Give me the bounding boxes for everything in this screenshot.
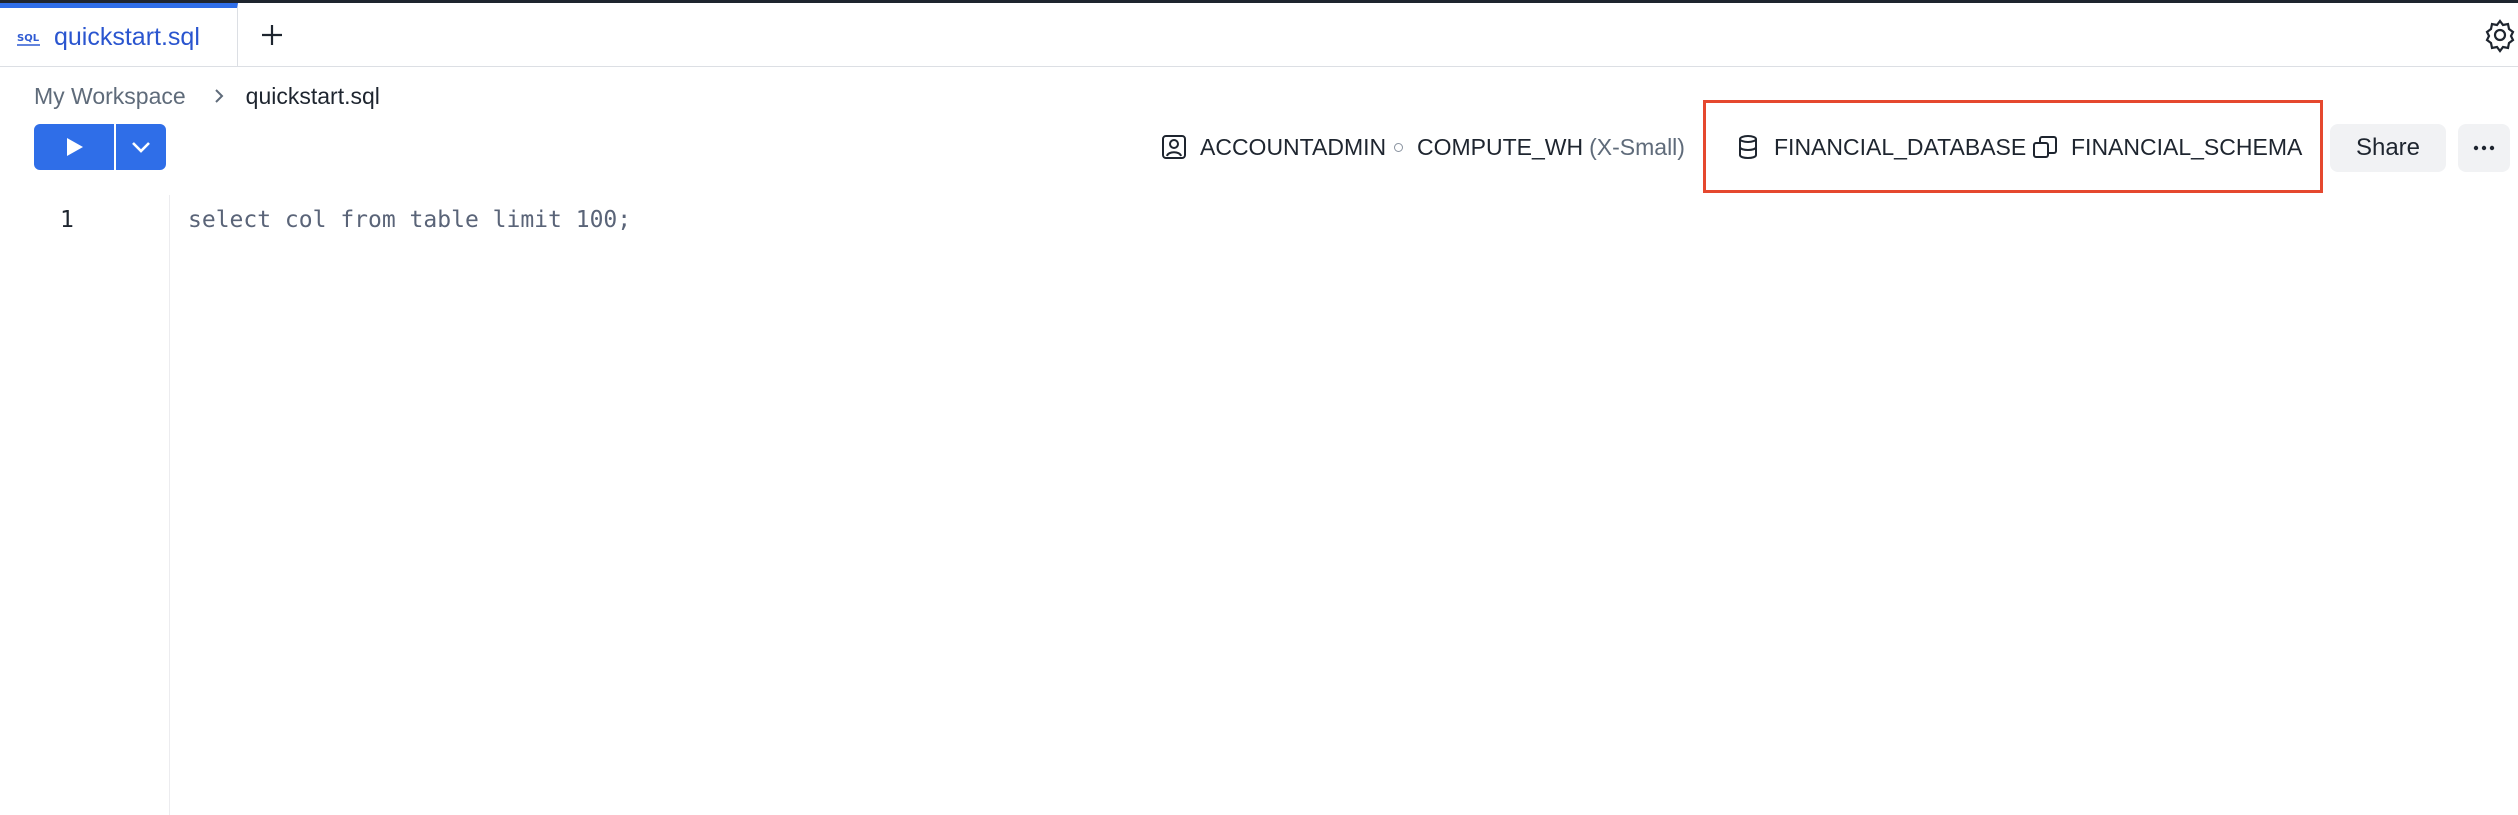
warehouse-label: COMPUTE_WH bbox=[1417, 133, 1584, 160]
database-icon bbox=[1734, 133, 1762, 161]
warehouse-size: (X-Small) bbox=[1589, 133, 1685, 160]
plus-icon bbox=[262, 25, 282, 45]
schema-label: FINANCIAL_SCHEMA bbox=[2071, 133, 2303, 160]
role-label: ACCOUNTADMIN bbox=[1200, 133, 1387, 160]
line-number-gutter: 1 bbox=[0, 195, 170, 815]
code-line[interactable]: select col from table limit 100; bbox=[188, 207, 631, 233]
database-selector[interactable]: FINANCIAL_DATABASE bbox=[1734, 124, 2026, 170]
schema-icon bbox=[2031, 133, 2059, 161]
warehouse-selector[interactable]: COMPUTE_WH (X-Small) bbox=[1394, 124, 1685, 170]
tab-label: quickstart.sql bbox=[54, 23, 200, 51]
run-button[interactable] bbox=[34, 124, 114, 170]
ellipsis-icon bbox=[2473, 145, 2495, 151]
breadcrumb-workspace-link[interactable]: My Workspace bbox=[34, 83, 186, 110]
run-controls bbox=[34, 124, 166, 170]
settings-button[interactable] bbox=[2482, 17, 2518, 53]
user-role-icon bbox=[1160, 133, 1188, 161]
svg-text:SQL: SQL bbox=[17, 33, 40, 44]
tab-quickstart[interactable]: SQL quickstart.sql bbox=[0, 3, 238, 67]
schema-selector[interactable]: FINANCIAL_SCHEMA bbox=[2031, 124, 2302, 170]
chevron-down-icon bbox=[132, 142, 150, 153]
gear-icon bbox=[2485, 19, 2515, 53]
database-label: FINANCIAL_DATABASE bbox=[1774, 133, 2027, 160]
warehouse-status-icon bbox=[1394, 142, 1403, 152]
role-selector[interactable]: ACCOUNTADMIN bbox=[1160, 124, 1386, 170]
more-options-button[interactable] bbox=[2458, 124, 2510, 172]
add-tab-button[interactable] bbox=[254, 17, 290, 53]
breadcrumb: My Workspace quickstart.sql bbox=[34, 80, 380, 112]
line-number: 1 bbox=[60, 207, 74, 233]
chevron-right-icon bbox=[204, 87, 234, 105]
tab-bar: SQL quickstart.sql bbox=[0, 3, 2518, 67]
share-button[interactable]: Share bbox=[2330, 124, 2446, 172]
run-options-dropdown[interactable] bbox=[116, 124, 166, 170]
sql-file-icon: SQL bbox=[16, 26, 44, 50]
play-icon bbox=[67, 138, 83, 156]
breadcrumb-current-file: quickstart.sql bbox=[245, 82, 380, 109]
